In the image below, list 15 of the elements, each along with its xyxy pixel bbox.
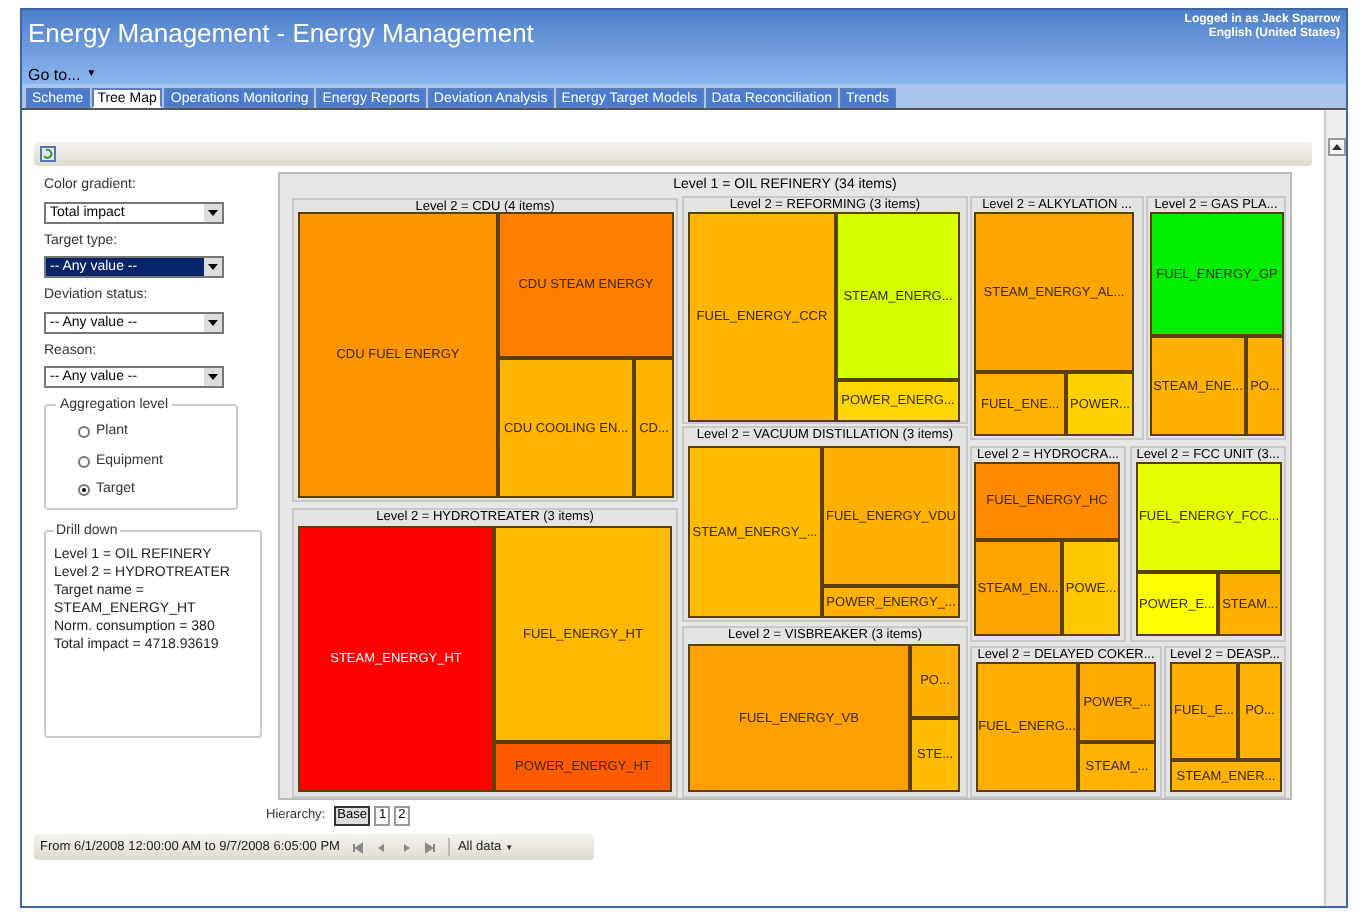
radio-button[interactable] (78, 426, 90, 439)
scrollbar[interactable] (1324, 110, 1346, 906)
caret-icon (204, 368, 222, 386)
window-title: Energy Management - Energy Management (28, 16, 536, 52)
refresh-icon[interactable] (40, 146, 56, 162)
last-page-icon[interactable] (423, 841, 436, 853)
caret-icon (204, 203, 222, 221)
previous-icon[interactable] (375, 841, 388, 853)
first-page-icon[interactable] (351, 841, 364, 853)
next-icon[interactable] (399, 841, 412, 853)
caret-icon (204, 258, 222, 276)
caret-icon (204, 313, 222, 331)
scroll-up-icon[interactable] (1327, 138, 1345, 156)
radio-button[interactable] (78, 484, 90, 497)
radio-button[interactable] (78, 455, 90, 468)
